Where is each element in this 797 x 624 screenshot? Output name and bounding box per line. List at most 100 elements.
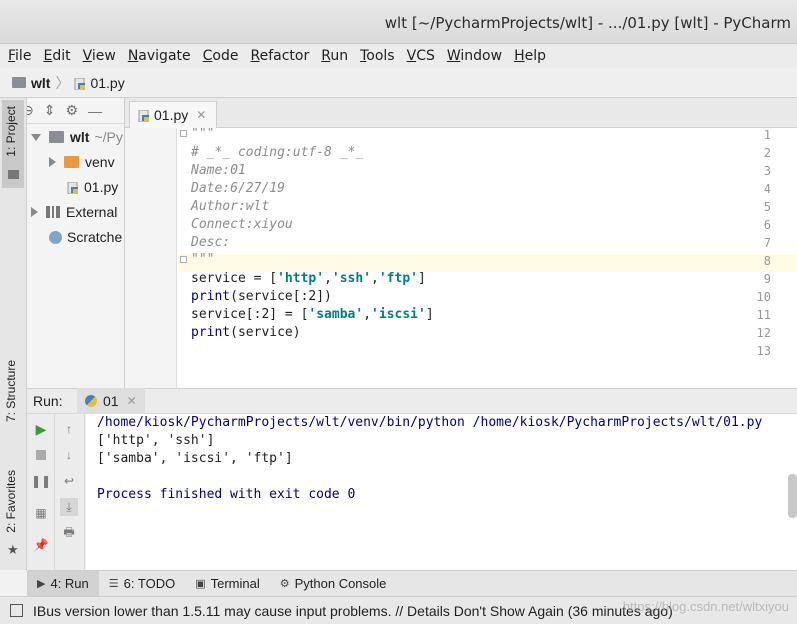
watermark: https://blog.csdn.net/wltxiyou xyxy=(622,599,789,614)
code-line: print(service[:2]) xyxy=(191,289,332,304)
expand-arrow-icon[interactable] xyxy=(31,133,41,141)
scroll-to-end-icon[interactable]: ⤓ xyxy=(60,498,78,516)
python-file-icon xyxy=(67,181,79,195)
fold-marker-icon[interactable] xyxy=(180,256,187,263)
menu-vcs[interactable]: VCS xyxy=(405,44,439,68)
print-icon[interactable]: 🖶 xyxy=(62,525,76,540)
run-console[interactable]: /home/kiosk/PycharmProjects/wlt/venv/bin… xyxy=(86,414,797,570)
bottom-tool-tabs: ▶ 4: Run ☰ 6: TODO ▣ Terminal ⚙ Python C… xyxy=(27,570,797,597)
python-file-icon xyxy=(74,77,86,90)
run-tab-label: 01 xyxy=(103,393,119,409)
console-line: ['samba', 'iscsi', 'ftp'] xyxy=(97,451,293,466)
code-line: # _*_ coding:utf-8 _*_ xyxy=(191,145,364,160)
code-line: service = ['http','ssh','ftp'] xyxy=(191,271,426,286)
menu-bar: File Edit View Navigate Code Refactor Ru… xyxy=(0,44,797,68)
terminal-icon: ▣ xyxy=(195,578,206,590)
scroll-from-source-icon[interactable]: ⇕ xyxy=(44,102,56,119)
stop-icon[interactable] xyxy=(34,448,48,462)
code-line: """ xyxy=(191,252,215,267)
hide-panel-icon[interactable]: — xyxy=(88,103,102,119)
code-line: """ xyxy=(191,128,215,141)
python-file-icon xyxy=(138,109,150,123)
close-icon[interactable]: ✕ xyxy=(127,394,137,408)
arrow-down-icon[interactable]: ↓ xyxy=(62,448,76,462)
project-toolbar: ⊖ ⇕ ⚙ — xyxy=(27,98,124,124)
folder-icon xyxy=(12,77,26,88)
tab-todo-label: 6: TODO xyxy=(123,576,176,591)
menu-file[interactable]: File xyxy=(6,44,35,68)
menu-code[interactable]: Code xyxy=(201,44,243,68)
todo-icon: ☰ xyxy=(108,578,119,590)
chevron-right-icon: 〉 xyxy=(55,74,70,91)
fold-marker-icon[interactable] xyxy=(180,130,187,137)
run-tab[interactable]: 01 ✕ xyxy=(77,388,145,414)
collapse-all-icon[interactable]: ⊖ xyxy=(27,102,34,119)
caret-line-highlight xyxy=(178,254,797,272)
breadcrumb-file[interactable]: 01.py xyxy=(90,75,124,91)
left-tool-strip: 1: Project 7: Structure 2: Favorites ★ xyxy=(0,98,27,570)
pause-icon[interactable]: ❚❚ xyxy=(31,474,51,488)
gear-icon[interactable]: ⚙ xyxy=(65,102,78,119)
line-number: 9 xyxy=(763,272,771,286)
breadcrumb-project[interactable]: wlt xyxy=(31,75,50,91)
code-line: Name:01 xyxy=(191,163,246,178)
layout-icon[interactable]: ▦ xyxy=(34,506,48,520)
tab-01-py[interactable]: 01.py ✕ xyxy=(129,101,217,128)
line-number: 11 xyxy=(756,308,771,322)
tree-item-file[interactable]: 01.py xyxy=(67,176,118,198)
line-number: 2 xyxy=(763,146,771,160)
tool-windows-icon[interactable] xyxy=(10,604,23,617)
menu-refactor[interactable]: Refactor xyxy=(248,44,313,68)
python-icon xyxy=(85,395,97,407)
code-line: Desc: xyxy=(191,235,231,250)
pin-icon[interactable]: 📌 xyxy=(34,538,49,552)
tree-item-external[interactable]: External xyxy=(31,201,117,223)
line-number-gutter xyxy=(125,128,177,388)
tree-item-root[interactable]: wlt ~/Py xyxy=(31,126,123,148)
tab-terminal-label: Terminal xyxy=(210,576,260,591)
menu-help[interactable]: Help xyxy=(512,44,550,68)
star-icon: ★ xyxy=(7,542,19,557)
tree-item-venv[interactable]: venv xyxy=(49,151,115,173)
tab-favorites[interactable]: 2: Favorites xyxy=(4,470,18,533)
code-editor[interactable]: 1 2 3 4 5 6 7 8 9 10 11 12 13 """ # _*_ … xyxy=(125,128,797,388)
tab-terminal[interactable]: ▣ Terminal xyxy=(185,571,270,597)
collapse-arrow-icon[interactable] xyxy=(31,207,38,217)
tree-item-scratches[interactable]: Scratche xyxy=(49,226,122,248)
python-console-icon: ⚙ xyxy=(279,578,290,590)
status-message[interactable]: IBus version lower than 1.5.11 may cause… xyxy=(33,603,673,619)
soft-wrap-icon[interactable]: ↩ xyxy=(62,474,76,488)
tab-todo[interactable]: ☰ 6: TODO xyxy=(99,571,185,597)
tree-external-label: External xyxy=(66,204,118,220)
arrow-up-icon[interactable]: ↑ xyxy=(62,422,76,436)
line-number: 4 xyxy=(763,182,771,196)
tab-run-label: 4: Run xyxy=(50,576,89,591)
tab-run[interactable]: ▶ 4: Run xyxy=(27,570,99,597)
tab-project[interactable]: 1: Project xyxy=(4,106,18,157)
rerun-icon[interactable]: ▶ xyxy=(34,421,48,437)
line-number: 6 xyxy=(763,218,771,232)
line-number: 8 xyxy=(763,254,771,268)
tree-root-path: ~/Py xyxy=(94,129,123,145)
project-panel: ⊖ ⇕ ⚙ — wlt ~/Py venv 01.py External xyxy=(27,98,125,388)
run-toolbar-secondary: ↑ ↓ ↩ ⤓ 🖶 xyxy=(55,414,85,570)
console-scrollbar[interactable] xyxy=(788,474,797,518)
folder-icon xyxy=(64,156,79,168)
menu-navigate[interactable]: Navigate xyxy=(126,44,195,68)
collapse-arrow-icon[interactable] xyxy=(49,157,56,167)
menu-run[interactable]: Run xyxy=(319,44,352,68)
menu-edit[interactable]: Edit xyxy=(41,44,74,68)
tab-structure[interactable]: 7: Structure xyxy=(4,360,18,422)
tab-python-console[interactable]: ⚙ Python Console xyxy=(270,571,397,597)
menu-window[interactable]: Window xyxy=(445,44,506,68)
code-line: service[:2] = ['samba','iscsi'] xyxy=(191,307,434,322)
scratches-icon xyxy=(49,230,62,244)
code-line: Date:6/27/19 xyxy=(191,181,285,196)
close-icon[interactable]: ✕ xyxy=(196,108,206,122)
code-line: print(service) xyxy=(191,325,301,340)
menu-tools[interactable]: Tools xyxy=(358,44,399,68)
console-line: /home/kiosk/PycharmProjects/wlt/venv/bin… xyxy=(97,415,763,430)
library-icon xyxy=(46,206,60,218)
line-number: 7 xyxy=(763,236,771,250)
menu-view[interactable]: View xyxy=(81,44,120,68)
